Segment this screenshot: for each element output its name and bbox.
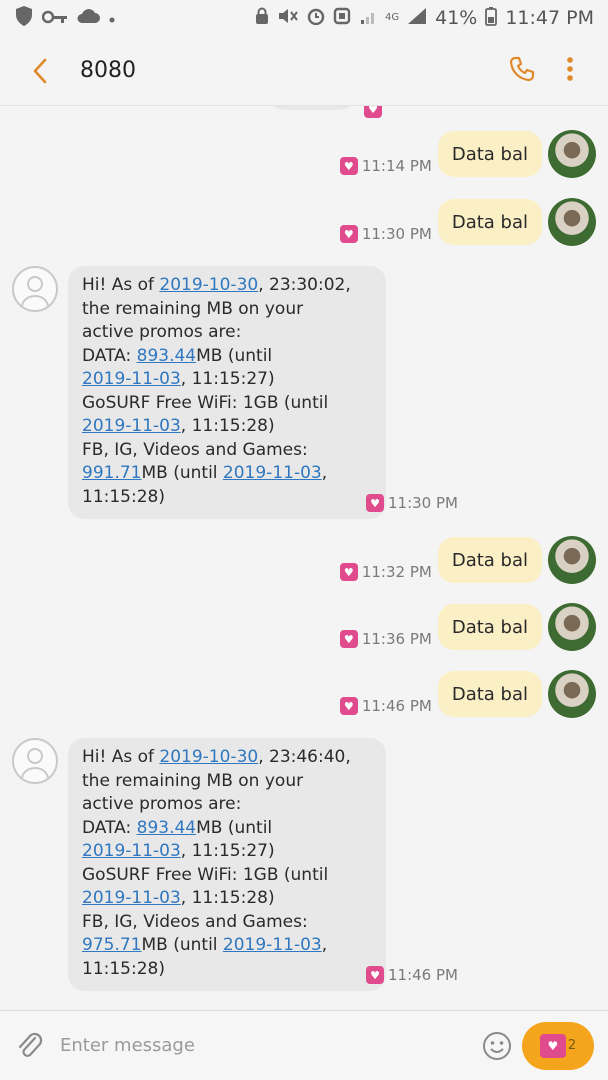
heart-icon: ♥: [339, 157, 358, 175]
sent-message[interactable]: ♥ 11:14 PM Data bal: [339, 130, 596, 178]
more-options-button[interactable]: [566, 56, 574, 86]
message-time: 11:36 PM: [361, 630, 432, 648]
call-button[interactable]: [508, 55, 536, 87]
chevron-left-icon: [33, 58, 47, 83]
conversation-title: 8080: [80, 58, 136, 83]
key-icon: [41, 7, 68, 29]
send-count: 2: [567, 1038, 577, 1053]
message-bubble: Data bal: [437, 199, 542, 245]
app-bar: 8080: [0, 36, 608, 106]
date-link[interactable]: 2019-10-30: [159, 747, 258, 767]
message-bubble: Data bal: [437, 131, 542, 177]
heart-icon: ♥: [339, 630, 358, 648]
message-time: 11:32 PM: [361, 563, 432, 581]
heart-icon: ♥: [339, 225, 358, 243]
date-link[interactable]: 2019-11-03: [82, 416, 181, 436]
heart-icon: ♥: [339, 563, 358, 581]
nfc-icon: [333, 7, 351, 30]
message-time: 11:14 PM: [361, 157, 432, 175]
signal-icon: [407, 7, 427, 30]
heart-icon: ♥: [339, 697, 358, 715]
emoji-button[interactable]: [472, 1030, 522, 1062]
number-link[interactable]: 991.71: [82, 463, 141, 483]
network-type: 4G: [384, 12, 400, 23]
sent-message[interactable]: ♥ 11:32 PM Data bal: [339, 536, 596, 584]
avatar[interactable]: [548, 536, 596, 584]
message-meta: ♥ 11:46 PM: [366, 966, 458, 984]
date-link[interactable]: 2019-11-03: [223, 935, 322, 955]
sent-message[interactable]: ♥ 11:46 PM Data bal: [339, 670, 596, 718]
date-link[interactable]: 2019-11-03: [82, 369, 181, 389]
shield-icon: [14, 5, 34, 32]
smiley-icon: [483, 1031, 511, 1060]
message-time: 11:30 PM: [388, 494, 458, 512]
battery-percent: 41%: [435, 7, 478, 29]
back-button[interactable]: [0, 36, 80, 106]
paperclip-icon: [18, 1032, 43, 1057]
message-bubble: Data bal: [437, 671, 542, 717]
received-message[interactable]: Hi! As of 2019-10-30, 23:30:02, the rema…: [12, 266, 386, 519]
message-meta: ♥ 11:30 PM: [366, 494, 458, 512]
avatar[interactable]: [548, 130, 596, 178]
contact-avatar[interactable]: [12, 266, 58, 312]
received-message[interactable]: Hi! As of 2019-10-30, 23:46:40, the rema…: [12, 738, 386, 991]
date-link[interactable]: 2019-10-30: [159, 275, 258, 295]
message-bubble: Data bal: [437, 537, 542, 583]
battery-icon: [485, 6, 498, 31]
dot-icon: [108, 7, 116, 29]
heart-icon: ♥: [366, 966, 384, 984]
lock-icon: [255, 7, 269, 30]
number-link[interactable]: 893.44: [137, 818, 196, 838]
heart-icon: ♥: [539, 1033, 566, 1058]
message-thread[interactable]: ♥ ♥ 11:14 PM Data bal ♥ 11:30 PM Data ba…: [0, 106, 608, 1010]
alarm-icon: [307, 7, 325, 30]
contact-avatar[interactable]: [12, 738, 58, 784]
composer-bar: Enter message ♥ 2: [0, 1010, 608, 1080]
message-time: 11:46 PM: [361, 697, 432, 715]
status-time: 11:47 PM: [505, 7, 594, 29]
message-time: 11:30 PM: [361, 225, 432, 243]
avatar[interactable]: [548, 670, 596, 718]
heart-icon: ♥: [364, 106, 382, 118]
sent-message[interactable]: ♥ 11:30 PM Data bal: [339, 198, 596, 246]
avatar[interactable]: [548, 603, 596, 651]
more-vertical-icon: [567, 56, 573, 81]
avatar[interactable]: [548, 198, 596, 246]
phone-icon: [509, 56, 535, 81]
mute-icon: [277, 7, 299, 30]
date-link[interactable]: 2019-11-03: [223, 463, 322, 483]
sent-message[interactable]: ♥ 11:36 PM Data bal: [339, 603, 596, 651]
number-link[interactable]: 893.44: [137, 346, 196, 366]
date-link[interactable]: 2019-11-03: [82, 888, 181, 908]
heart-icon: ♥: [366, 494, 384, 512]
message-bubble: Hi! As of 2019-10-30, 23:46:40, the rema…: [68, 738, 386, 991]
status-bar: 4G 41% 11:47 PM: [0, 0, 608, 36]
message-time: 11:46 PM: [388, 966, 458, 984]
message-bubble: Data bal: [437, 604, 542, 650]
number-link[interactable]: 975.71: [82, 935, 141, 955]
send-button[interactable]: ♥ 2: [522, 1021, 594, 1070]
previous-message-fragment: [270, 106, 354, 110]
signal-weak-icon: [359, 7, 377, 30]
date-link[interactable]: 2019-11-03: [82, 841, 181, 861]
message-bubble: Hi! As of 2019-10-30, 23:30:02, the rema…: [68, 266, 386, 519]
attach-button[interactable]: [0, 1030, 60, 1062]
cloud-icon: [76, 7, 100, 29]
message-input[interactable]: Enter message: [60, 1035, 472, 1056]
